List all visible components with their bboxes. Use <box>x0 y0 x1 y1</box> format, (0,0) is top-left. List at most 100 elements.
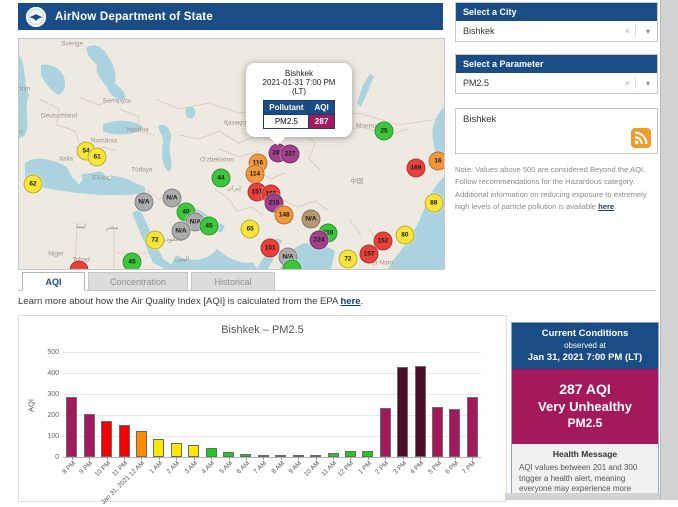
note-period: . <box>614 202 616 211</box>
chart-title: Bishkek – PM2.5 <box>19 324 506 336</box>
page-background <box>505 493 660 500</box>
aqi-map-marker[interactable]: 72 <box>338 250 357 269</box>
aqi-bar[interactable] <box>136 431 147 457</box>
aqi-map-marker[interactable]: 227 <box>281 145 300 164</box>
aqi-map-marker[interactable]: N/A <box>301 210 320 229</box>
learn-more-period: . <box>361 296 364 307</box>
learn-more-body: Learn more about how the Air Quality Ind… <box>18 296 340 307</box>
view-tabs: AQI Concentration Historical <box>22 272 275 291</box>
y-tick-label: 400 <box>33 370 59 377</box>
cc-observed: observed at <box>514 340 656 351</box>
aqi-bar[interactable] <box>119 425 130 457</box>
y-tick-label: 0 <box>33 454 59 461</box>
chevron-down-icon[interactable]: ▾ <box>646 27 650 36</box>
popup-pollutant-value: PM2.5 <box>264 115 309 129</box>
city-select-panel: Select a City Bishkek × ▾ <box>455 2 658 42</box>
aqi-bar[interactable] <box>380 408 391 457</box>
aqi-map-marker[interactable]: 44 <box>211 168 230 187</box>
y-tick-label: 100 <box>33 433 59 440</box>
aqi-map-marker[interactable]: 45 <box>123 253 142 270</box>
parameter-panel-title: Select a Parameter <box>456 55 657 73</box>
aqi-note: Note: Values above 500 are considered Be… <box>455 164 656 213</box>
aqi-bar[interactable] <box>66 397 77 457</box>
rss-feed-box: Bishkek <box>455 108 658 154</box>
city-select-value: Bishkek <box>463 26 495 36</box>
aqi-map-marker[interactable]: 62 <box>24 174 43 193</box>
popup-city: Bishkek <box>250 69 348 78</box>
popup-timezone: (LT) <box>250 87 348 96</box>
y-tick-label: 300 <box>33 391 59 398</box>
aqi-map-marker[interactable]: N/A <box>134 193 153 212</box>
aqi-bar[interactable] <box>188 445 199 457</box>
app-header: AirNow Department of State <box>18 3 443 30</box>
cc-pollutant: PM2.5 <box>514 415 656 432</box>
aqi-bar[interactable] <box>171 443 182 457</box>
app-title: AirNow Department of State <box>55 11 213 23</box>
learn-more-here-link[interactable]: here <box>340 296 360 307</box>
aqi-bar[interactable] <box>397 367 408 457</box>
aqi-bar[interactable] <box>153 439 164 457</box>
cc-title: Current Conditions <box>514 327 656 340</box>
rss-city-label: Bishkek <box>463 114 496 125</box>
current-conditions-header: Current Conditions observed at Jan 31, 2… <box>512 323 658 369</box>
map-popup: Bishkek 2021-01-31 7:00 PM (LT) Pollutan… <box>246 63 352 137</box>
aqi-map-marker[interactable]: 25 <box>375 122 394 141</box>
aqi-bar[interactable] <box>449 409 460 457</box>
chevron-down-icon[interactable]: ▾ <box>646 79 650 88</box>
rss-icon[interactable] <box>631 128 651 148</box>
clear-icon[interactable]: × <box>625 26 630 36</box>
clear-icon[interactable]: × <box>625 78 630 88</box>
popup-datetime: 2021-01-31 7:00 PM <box>250 78 348 87</box>
y-tick-label: 200 <box>33 412 59 419</box>
dos-seal-icon <box>26 7 46 27</box>
aqi-chart-panel: Bishkek – PM2.5 AQI 01002003004005008 PM… <box>18 315 507 502</box>
aqi-map-marker[interactable]: 88 <box>424 193 443 212</box>
city-select[interactable]: Bishkek × ▾ <box>456 21 657 41</box>
aqi-map-marker[interactable]: 148 <box>275 205 294 224</box>
popup-col-aqi: AQI <box>309 101 334 115</box>
aqi-map[interactable]: SverigedomБеларусьDeutschlandУкраїнаRomâ… <box>18 38 445 270</box>
aqi-map-marker[interactable]: 224 <box>310 231 329 250</box>
aqi-bar[interactable] <box>206 448 217 457</box>
aqi-bar[interactable] <box>101 421 112 457</box>
aqi-map-marker[interactable]: N/A <box>171 222 190 241</box>
select-divider <box>635 77 636 89</box>
aqi-map-marker[interactable]: 157 <box>360 245 379 264</box>
cc-health-message: Health Message AQI values between 201 an… <box>512 444 658 495</box>
y-axis-label: AQI <box>27 376 36 436</box>
page-gutter <box>660 0 678 500</box>
current-conditions-panel: Current Conditions observed at Jan 31, 2… <box>511 322 659 495</box>
note-text: Note: Values above 500 are considered Be… <box>455 165 647 211</box>
select-divider <box>635 25 636 37</box>
cc-aqi-value: 287 AQI <box>514 381 656 398</box>
city-panel-title: Select a City <box>456 3 657 21</box>
popup-aqi-value: 287 <box>309 115 334 129</box>
aqi-bar[interactable] <box>84 414 95 457</box>
aqi-bar[interactable] <box>432 407 443 457</box>
aqi-map-marker[interactable]: 61 <box>88 147 107 166</box>
tab-historical[interactable]: Historical <box>191 272 275 291</box>
aqi-map-marker[interactable]: 169 <box>406 159 425 178</box>
cc-health-body: AQI values between 201 and 300 trigger a… <box>519 463 651 495</box>
cc-datetime: Jan 31, 2021 7:00 PM (LT) <box>514 351 656 365</box>
tab-concentration[interactable]: Concentration <box>88 272 188 291</box>
aqi-map-marker[interactable]: 80 <box>395 225 414 244</box>
parameter-select[interactable]: PM2.5 × ▾ <box>456 73 657 93</box>
chart-plot: 01002003004005008 PM9 PM10 PM11 PMJan 31… <box>63 352 481 458</box>
note-here-link[interactable]: here <box>598 202 614 211</box>
learn-more-text: Learn more about how the Air Quality Ind… <box>18 296 363 307</box>
aqi-map-marker[interactable]: 45 <box>199 216 218 235</box>
tab-aqi[interactable]: AQI <box>22 272 85 291</box>
parameter-select-panel: Select a Parameter PM2.5 × ▾ <box>455 54 658 94</box>
aqi-map-marker[interactable]: 72 <box>146 231 165 250</box>
aqi-map-marker[interactable]: 65 <box>241 219 260 238</box>
cc-health-title: Health Message <box>519 448 651 460</box>
y-tick-label: 500 <box>33 349 59 356</box>
aqi-bar[interactable] <box>415 366 426 457</box>
aqi-map-marker[interactable]: 16 <box>429 151 445 170</box>
aqi-map-marker[interactable]: 114 <box>245 165 264 184</box>
aqi-map-marker[interactable]: 151 <box>261 239 280 258</box>
popup-col-pollutant: Pollutant <box>264 101 309 115</box>
parameter-select-value: PM2.5 <box>463 78 489 88</box>
aqi-bar[interactable] <box>467 397 478 457</box>
